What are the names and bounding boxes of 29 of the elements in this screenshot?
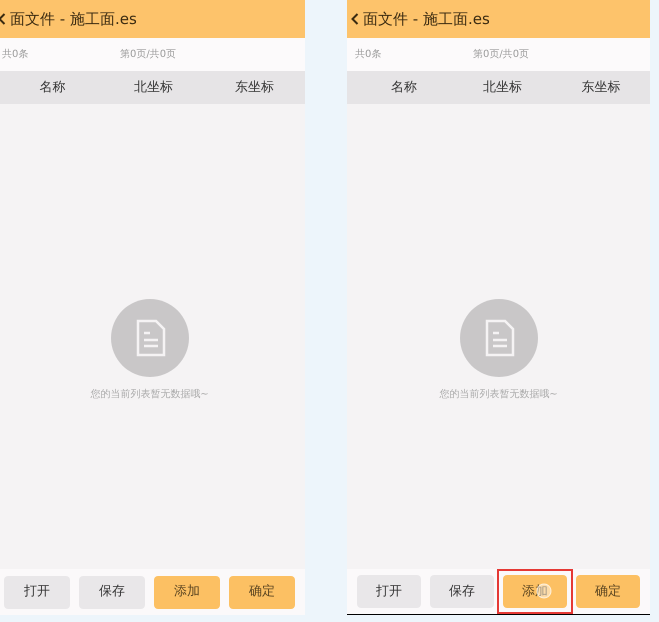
record-count: 共0条 — [355, 48, 382, 62]
action-button[interactable]: 打开 — [4, 576, 70, 608]
action-button[interactable]: 确定 — [576, 575, 640, 608]
page-title: 面文件 - 施工面.es — [363, 8, 490, 30]
empty-document-icon — [110, 299, 188, 377]
page-indicator: 第0页/共0页 — [473, 48, 530, 62]
back-icon — [351, 13, 359, 25]
column-header: 东坐标 — [235, 78, 274, 97]
back-button[interactable] — [0, 11, 7, 27]
action-button[interactable]: 添加 — [154, 576, 220, 608]
page-title: 面文件 - 施工面.es — [10, 8, 137, 30]
empty-document-icon — [460, 299, 538, 377]
back-icon — [0, 13, 6, 25]
empty-message: 您的当前列表暂无数据哦~ — [90, 388, 209, 402]
column-header: 北坐标 — [482, 78, 522, 97]
column-header: 名称 — [40, 78, 66, 97]
record-count: 共0条 — [2, 48, 30, 62]
back-button[interactable] — [350, 11, 360, 27]
action-button[interactable]: 打开 — [357, 575, 421, 608]
column-header: 东坐标 — [581, 78, 620, 97]
empty-message: 您的当前列表暂无数据哦~ — [439, 388, 558, 402]
action-button[interactable]: 确定 — [229, 576, 295, 608]
action-button[interactable]: 保存 — [430, 575, 494, 608]
column-header: 北坐标 — [134, 78, 173, 97]
touch-indicator-icon — [536, 583, 552, 599]
action-button[interactable]: 添加 — [503, 575, 567, 608]
page-indicator: 第0页/共0页 — [120, 48, 176, 62]
column-header: 名称 — [391, 78, 418, 97]
action-button[interactable]: 保存 — [79, 576, 145, 608]
